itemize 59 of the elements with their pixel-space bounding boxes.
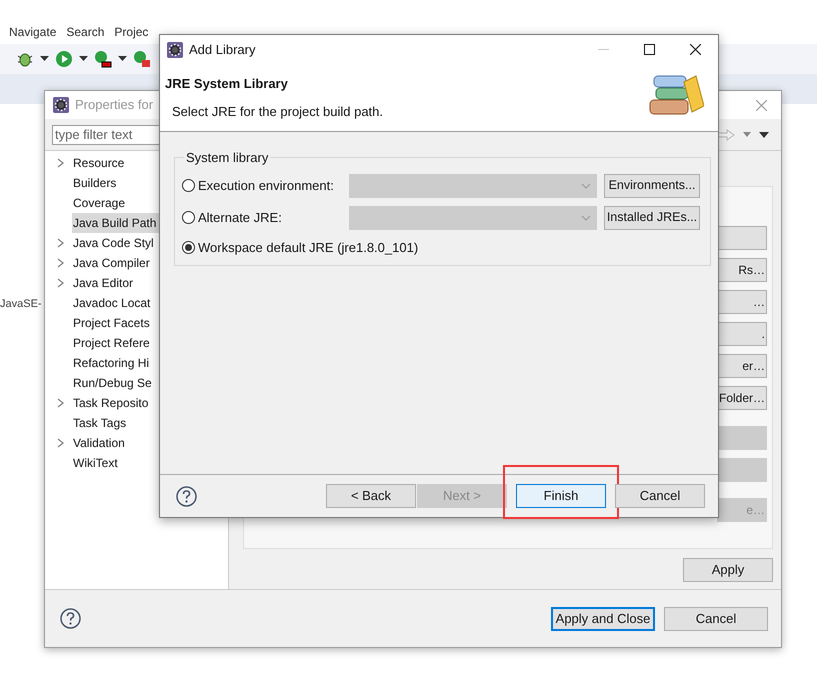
tree-item[interactable]: Java Compiler: [72, 253, 151, 273]
caret-icon[interactable]: [118, 56, 127, 62]
radio-button[interactable]: [182, 211, 195, 224]
radio-button[interactable]: [182, 240, 195, 254]
side-button[interactable]: Folder…: [717, 386, 767, 410]
menu-item[interactable]: Search: [66, 23, 104, 41]
chevron-right-icon[interactable]: [57, 438, 64, 448]
radio-label[interactable]: Execution environment:: [198, 176, 334, 196]
editor-text: JavaSE-: [0, 297, 42, 312]
dialog-button[interactable]: Cancel: [664, 606, 768, 630]
dialog-button[interactable]: Environments...: [604, 174, 700, 198]
window-title: Add Library: [189, 40, 256, 59]
gear-icon: [53, 97, 69, 113]
side-button[interactable]: Rs…: [717, 258, 767, 282]
window-title: Properties for: [75, 96, 154, 114]
menu-item[interactable]: Navigate: [9, 23, 56, 41]
maximize-icon[interactable]: [644, 44, 654, 55]
side-button[interactable]: [717, 226, 767, 250]
run-icon[interactable]: [94, 50, 112, 68]
dialog-heading: JRE System Library: [165, 75, 289, 93]
side-button[interactable]: er…: [717, 354, 767, 378]
tree-item[interactable]: Validation: [72, 433, 126, 453]
chevron-down-icon[interactable]: [581, 182, 591, 188]
tree-item[interactable]: Project Facets: [72, 313, 151, 333]
chevron-right-icon[interactable]: [57, 158, 64, 168]
gear-icon: [167, 42, 183, 58]
caret-icon[interactable]: [40, 56, 49, 62]
apply-button[interactable]: Apply: [683, 558, 773, 582]
tree-item[interactable]: Resource: [72, 153, 126, 173]
dialog-button[interactable]: < Back: [326, 484, 416, 508]
help-icon[interactable]: [176, 486, 197, 506]
tree-item[interactable]: Task Reposito: [72, 393, 150, 413]
dialog-button[interactable]: Installed JREs...: [604, 206, 700, 230]
dialog-button[interactable]: Finish: [516, 484, 606, 508]
dialog-description: Select JRE for the project build path.: [172, 102, 384, 121]
caret-icon[interactable]: [79, 56, 88, 62]
close-icon[interactable]: [690, 44, 700, 55]
tree-item[interactable]: Task Tags: [72, 413, 128, 433]
tree-item[interactable]: WikiText: [72, 453, 119, 473]
radio-button[interactable]: [182, 179, 195, 192]
help-icon[interactable]: [60, 608, 81, 629]
chevron-down-icon[interactable]: [581, 214, 591, 220]
tree-item[interactable]: Java Editor: [72, 273, 134, 293]
group-label: System library: [185, 149, 270, 167]
tree-item[interactable]: Javadoc Locat: [72, 293, 152, 313]
tree-item[interactable]: Coverage: [72, 193, 126, 213]
tree-item[interactable]: Builders: [72, 173, 118, 193]
tree-item[interactable]: Java Code Styl: [72, 233, 155, 253]
dialog-button[interactable]: Apply and Close: [551, 606, 655, 630]
forward-arrow-icon[interactable]: [717, 128, 735, 140]
side-button[interactable]: .: [717, 322, 767, 346]
radio-label[interactable]: Workspace default JRE (jre1.8.0_101): [198, 238, 418, 257]
tree-item[interactable]: Project Refere: [72, 333, 151, 353]
dialog-button[interactable]: Cancel: [615, 484, 705, 508]
tree-item[interactable]: Refactoring Hi: [72, 353, 150, 373]
side-button[interactable]: …: [717, 290, 767, 314]
chevron-right-icon[interactable]: [57, 398, 64, 408]
tree-item[interactable]: Run/Debug Se: [72, 373, 153, 393]
menu-item[interactable]: Projec: [114, 23, 148, 41]
